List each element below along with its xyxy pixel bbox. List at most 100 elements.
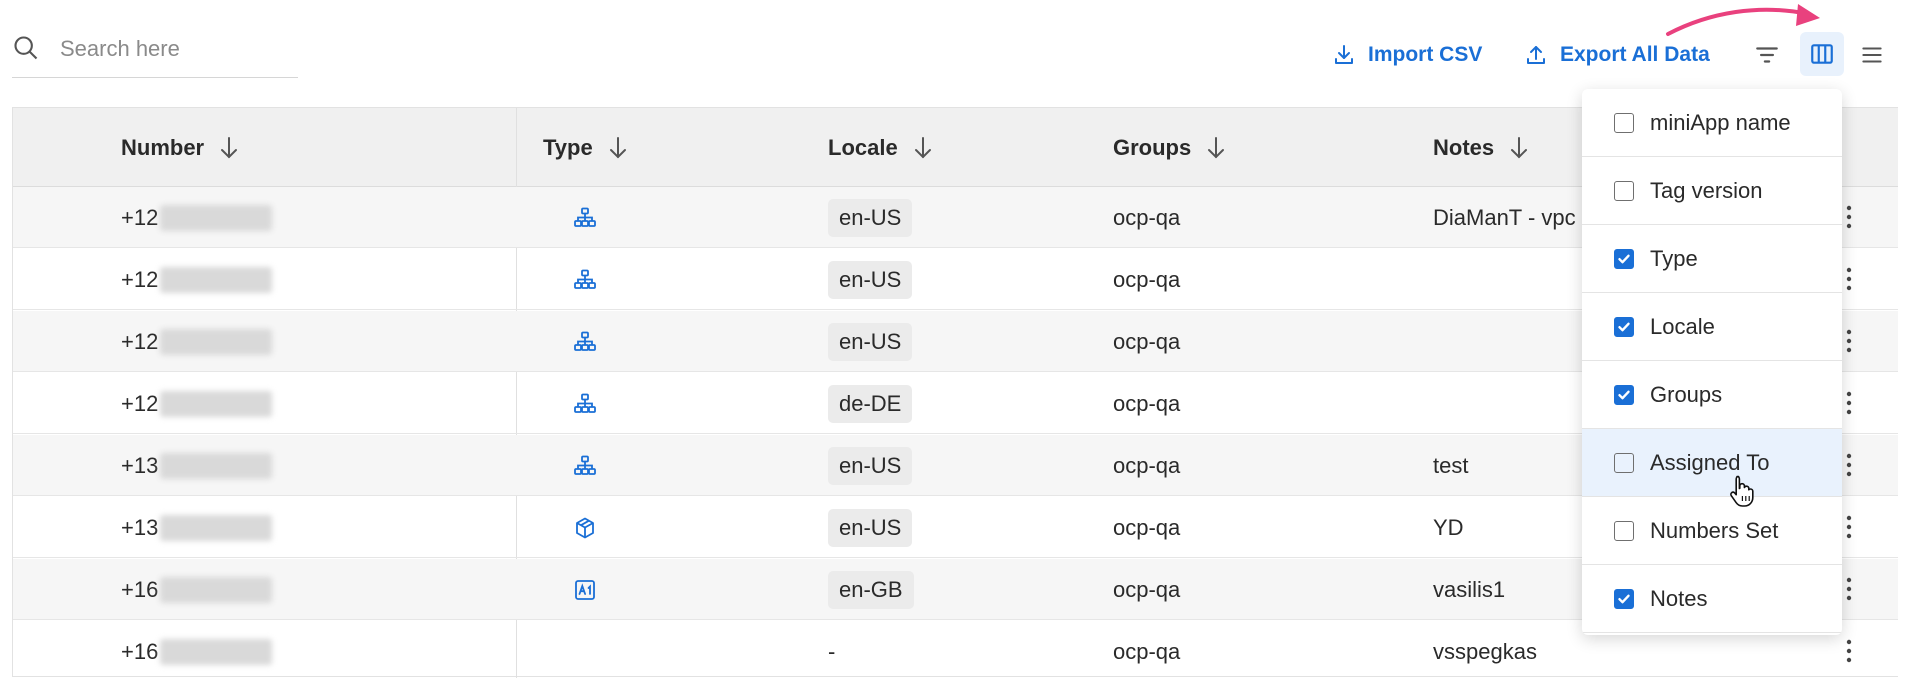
filter-icon	[1756, 47, 1778, 63]
redacted-number	[160, 576, 273, 603]
column-option-locale[interactable]: Locale	[1582, 293, 1842, 361]
number-cell: +16	[121, 621, 273, 680]
sort-arrow-down-icon	[914, 136, 931, 158]
flow-icon	[573, 392, 597, 416]
number-cell: +13	[121, 435, 273, 496]
locale-cell: de-DE	[828, 373, 913, 434]
number-cell: +12	[121, 187, 273, 248]
number-cell: +16	[121, 559, 273, 620]
column-header-notes[interactable]: Notes	[1433, 108, 1530, 187]
locale-chip: en-GB	[828, 570, 914, 609]
hamburger-icon	[1862, 47, 1882, 63]
column-header-groups[interactable]: Groups	[1113, 108, 1227, 187]
groups-cell: ocp-qa	[1113, 390, 1181, 416]
export-all-data-label: Export All Data	[1560, 43, 1710, 66]
column-option-label: Groups	[1650, 381, 1723, 407]
redacted-number	[160, 638, 273, 665]
redacted-number	[160, 204, 273, 231]
locale-chip: -	[828, 638, 836, 664]
column-header-locale[interactable]: Locale	[828, 108, 934, 187]
groups-cell: ocp-qa	[1113, 266, 1181, 292]
locale-cell: en-US	[828, 497, 913, 558]
menu-button[interactable]	[1853, 36, 1891, 74]
locale-cell: en-US	[828, 435, 913, 496]
checkmark-icon	[1618, 322, 1630, 331]
checkmark-icon	[1618, 594, 1630, 603]
row-actions-kebab-icon[interactable]	[1843, 637, 1855, 665]
locale-chip: de-DE	[828, 384, 913, 423]
column-picker-dropdown: miniApp name Tag version Type Locale Groups A…	[1582, 89, 1842, 635]
groups-cell: ocp-qa	[1113, 452, 1181, 478]
column-option-label: miniApp name	[1650, 109, 1791, 135]
checkbox-checked[interactable]	[1614, 384, 1634, 405]
search-input[interactable]	[60, 32, 290, 66]
column-option-assigned-to[interactable]: Assigned To	[1582, 429, 1842, 497]
row-actions-kebab-icon[interactable]	[1843, 451, 1855, 479]
checkbox-unchecked[interactable]	[1614, 520, 1634, 541]
row-actions-kebab-icon[interactable]	[1843, 265, 1855, 293]
locale-cell: en-US	[828, 311, 913, 372]
checkbox-unchecked[interactable]	[1614, 452, 1634, 473]
type-cell	[573, 311, 597, 372]
row-actions-kebab-icon[interactable]	[1843, 513, 1855, 541]
column-option-miniapp-name[interactable]: miniApp name	[1582, 89, 1842, 157]
export-all-data-button[interactable]: Export All Data	[1524, 38, 1710, 72]
checkbox-unchecked[interactable]	[1614, 180, 1634, 201]
redacted-number	[160, 328, 273, 355]
sort-arrow-down-icon	[1511, 136, 1528, 158]
column-option-tag-version[interactable]: Tag version	[1582, 157, 1842, 225]
locale-cell: en-US	[828, 249, 913, 310]
download-icon	[1335, 45, 1353, 64]
column-header-label: Notes	[1433, 134, 1495, 160]
groups-cell: ocp-qa	[1113, 514, 1181, 540]
column-option-label: Tag version	[1650, 177, 1763, 203]
row-actions-kebab-icon[interactable]	[1843, 389, 1855, 417]
checkmark-icon	[1618, 254, 1630, 263]
column-option-label: Numbers Set	[1650, 517, 1779, 543]
locale-chip: en-US	[828, 446, 913, 485]
column-option-label: Locale	[1650, 313, 1715, 339]
column-header-type[interactable]: Type	[543, 108, 629, 187]
column-option-notes[interactable]: Notes	[1582, 565, 1842, 633]
checkbox-checked[interactable]	[1614, 588, 1634, 609]
locale-chip: en-US	[828, 508, 913, 547]
locale-cell: en-GB	[828, 559, 914, 620]
groups-cell: ocp-qa	[1113, 328, 1181, 354]
column-option-numbers-set[interactable]: Numbers Set	[1582, 497, 1842, 565]
groups-cell: ocp-qa	[1113, 204, 1181, 230]
notes-cell: vsspegkas	[1433, 638, 1537, 664]
type-cell	[573, 373, 597, 434]
row-actions-kebab-icon[interactable]	[1843, 203, 1855, 231]
notes-cell: DiaManT - vpc	[1433, 204, 1576, 230]
column-option-label: Type	[1650, 245, 1698, 271]
checkbox-unchecked[interactable]	[1614, 112, 1634, 133]
filter-button[interactable]	[1748, 36, 1786, 74]
import-csv-button[interactable]: Import CSV	[1332, 38, 1482, 72]
redacted-number	[160, 514, 273, 541]
row-actions-kebab-icon[interactable]	[1843, 327, 1855, 355]
type-cell	[573, 497, 597, 558]
redacted-number	[160, 390, 273, 417]
column-option-label: Notes	[1650, 585, 1708, 611]
row-actions-kebab-icon[interactable]	[1843, 575, 1855, 603]
flow-icon	[573, 268, 597, 292]
flow-icon	[573, 330, 597, 354]
flow-icon	[573, 454, 597, 478]
checkbox-checked[interactable]	[1614, 316, 1634, 337]
search-icon	[14, 36, 38, 60]
column-option-groups[interactable]: Groups	[1582, 361, 1842, 429]
locale-cell: en-US	[828, 187, 913, 248]
column-option-type[interactable]: Type	[1582, 225, 1842, 293]
checkmark-icon	[1618, 390, 1630, 399]
column-header-label: Locale	[828, 134, 898, 160]
groups-cell: ocp-qa	[1113, 576, 1181, 602]
checkbox-checked[interactable]	[1614, 248, 1634, 269]
type-cell	[573, 435, 597, 496]
columns-button[interactable]	[1800, 32, 1844, 76]
upload-icon	[1527, 46, 1545, 64]
column-header-number[interactable]: Number	[121, 108, 240, 187]
flow-icon	[573, 206, 597, 230]
search-box	[12, 28, 298, 78]
number-cell: +12	[121, 249, 273, 310]
cube-icon	[573, 516, 597, 540]
